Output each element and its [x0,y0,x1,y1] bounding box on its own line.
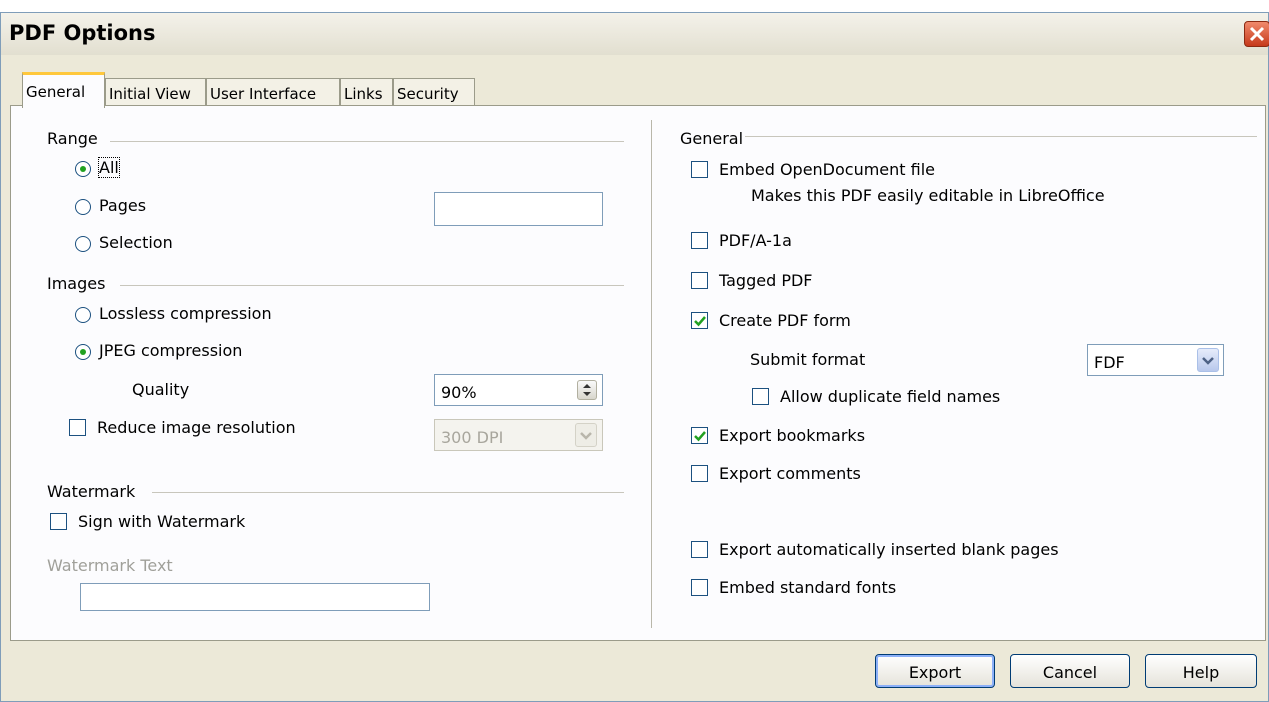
export-blank-pages-label: Export automatically inserted blank page… [719,540,1059,559]
watermark-text-label: Watermark Text [47,556,173,575]
range-selection-label: Selection [99,233,173,252]
allow-duplicate-names-label: Allow duplicate field names [780,387,1001,406]
export-bookmarks-label: Export bookmarks [719,426,866,445]
export-blank-pages-checkbox[interactable] [691,541,708,558]
embed-standard-fonts-checkbox[interactable] [691,579,708,596]
create-pdf-form-label: Create PDF form [719,311,851,330]
tab-general[interactable]: General [22,72,105,108]
quality-value: 90% [441,383,477,402]
close-icon[interactable] [1244,21,1269,47]
pdfa-checkbox[interactable] [691,232,708,249]
general-options-heading: General [680,129,744,148]
title-bar: PDF Options [1,13,1269,55]
embed-odf-label: Embed OpenDocument file [719,160,936,179]
quality-label: Quality [132,380,190,399]
create-pdf-form-checkbox[interactable] [691,312,708,329]
tab-links[interactable]: Links [340,78,393,106]
embed-odf-description: Makes this PDF easily editable in LibreO… [751,186,1105,205]
tagged-pdf-checkbox[interactable] [691,272,708,289]
export-comments-checkbox[interactable] [691,465,708,482]
range-pages-radio[interactable] [75,199,91,215]
range-pages-label: Pages [99,196,147,215]
reduce-resolution-label: Reduce image resolution [97,418,296,437]
export-comments-label: Export comments [719,464,861,483]
export-bookmarks-checkbox[interactable] [691,427,708,444]
tab-security[interactable]: Security [393,78,475,106]
quality-spin-button[interactable] [577,380,597,400]
column-divider [651,120,652,628]
lossless-compression-radio[interactable] [75,307,91,323]
allow-duplicate-names-checkbox[interactable] [752,388,769,405]
submit-format-label: Submit format [750,350,866,369]
jpeg-compression-radio[interactable] [75,344,91,360]
range-all-radio[interactable] [75,161,91,177]
tab-initial-view[interactable]: Initial View [105,78,206,106]
range-selection-radio[interactable] [75,236,91,252]
chevron-down-icon[interactable] [575,423,597,447]
watermark-heading: Watermark [47,482,136,501]
reduce-resolution-checkbox[interactable] [69,419,86,436]
sign-watermark-label: Sign with Watermark [78,512,246,531]
range-heading: Range [47,129,98,148]
chevron-down-icon[interactable] [1197,348,1219,372]
export-button[interactable]: Export [875,654,995,688]
resolution-value: 300 DPI [441,428,504,447]
images-heading: Images [47,274,106,293]
dialog-title: PDF Options [9,21,156,45]
watermark-text-input[interactable] [80,583,430,611]
help-button[interactable]: Help [1145,654,1257,688]
sign-watermark-checkbox[interactable] [50,513,67,530]
pdfa-label: PDF/A-1a [719,231,792,250]
lossless-compression-label: Lossless compression [99,304,272,323]
embed-standard-fonts-label: Embed standard fonts [719,578,897,597]
tab-user-interface[interactable]: User Interface [206,78,340,106]
submit-format-value: FDF [1094,353,1125,372]
embed-odf-checkbox[interactable] [691,161,708,178]
range-all-label: All [98,157,120,178]
cancel-button[interactable]: Cancel [1010,654,1130,688]
jpeg-compression-label: JPEG compression [99,341,243,360]
pages-input[interactable] [434,192,603,226]
tagged-pdf-label: Tagged PDF [719,271,813,290]
